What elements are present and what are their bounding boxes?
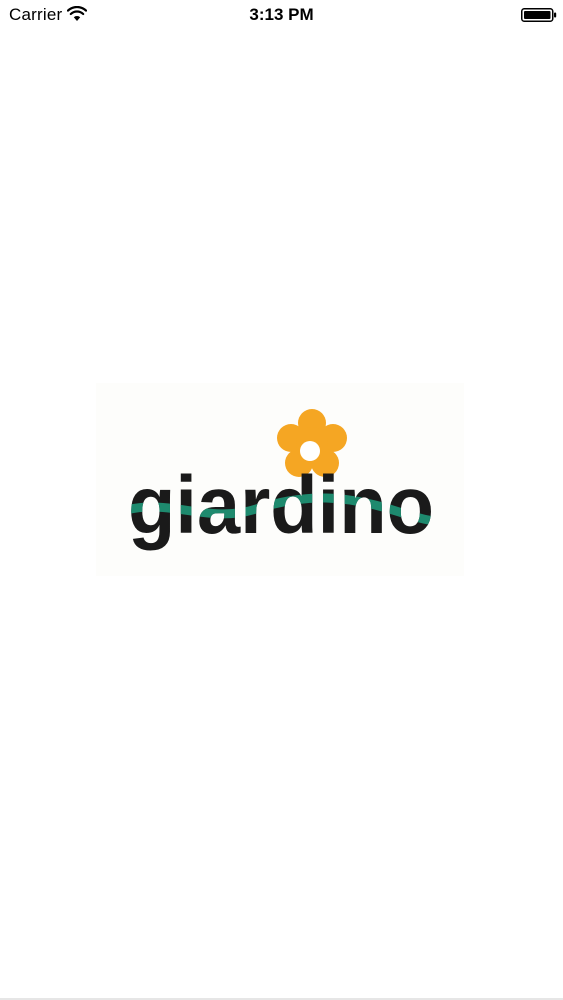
status-bar: Carrier 3:13 PM bbox=[0, 0, 563, 30]
splash-logo: giardino giardino bbox=[96, 383, 464, 576]
battery-icon bbox=[521, 8, 557, 22]
status-time: 3:13 PM bbox=[249, 5, 314, 24]
